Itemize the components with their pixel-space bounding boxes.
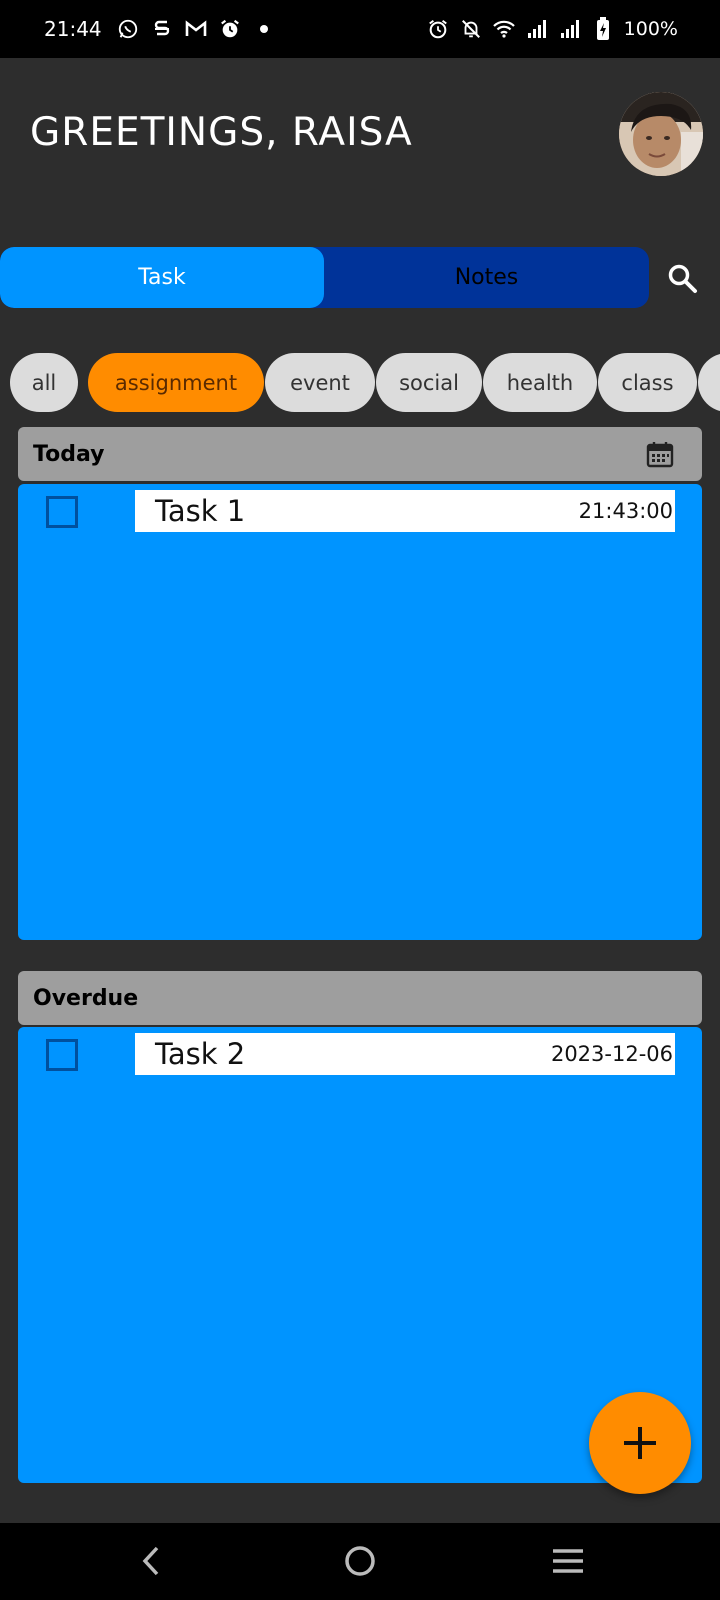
status-time: 21:44 [44, 17, 102, 41]
tab-notes[interactable]: Notes [324, 247, 649, 308]
alarm-icon [218, 17, 242, 41]
mute-icon [459, 17, 483, 41]
calendar-icon[interactable] [646, 440, 674, 474]
task-checkbox[interactable] [46, 1039, 78, 1071]
section-title: Today [33, 441, 105, 467]
notification-icons [116, 17, 276, 41]
category-filter-bar: all assignment event social health class [0, 353, 720, 413]
back-button[interactable] [130, 1539, 174, 1583]
avatar[interactable] [619, 92, 703, 176]
home-button[interactable] [338, 1539, 382, 1583]
search-button[interactable] [666, 262, 700, 296]
filter-chip-social[interactable]: social [376, 353, 482, 412]
alarm-icon [426, 17, 450, 41]
filter-chip-class[interactable]: class [598, 353, 697, 412]
back-icon [142, 1546, 159, 1576]
section-header-overdue: Overdue [18, 971, 702, 1025]
filter-chip-all[interactable]: all [10, 353, 78, 412]
tab-task[interactable]: Task [0, 247, 324, 308]
task-checkbox[interactable] [46, 496, 78, 528]
filter-chip-more[interactable] [698, 353, 720, 412]
signal-icon [558, 17, 582, 41]
battery-charging-icon [591, 17, 615, 41]
recents-button[interactable] [546, 1539, 590, 1583]
whatsapp-icon [116, 17, 140, 41]
task-name: Task 2 [155, 1037, 246, 1071]
task-card[interactable]: Task 2 2023-12-06 [135, 1033, 675, 1075]
search-icon [668, 264, 697, 293]
signal-icon [525, 17, 549, 41]
filter-chip-assignment[interactable]: assignment [88, 353, 264, 412]
section-title: Overdue [33, 985, 139, 1011]
wifi-icon [492, 17, 516, 41]
s-app-icon [150, 17, 174, 41]
section-body-today: Task 1 21:43:00 [18, 484, 702, 940]
status-bar: 21:44 100% [0, 0, 720, 58]
task-row: Task 2 2023-12-06 [46, 1033, 675, 1075]
task-name: Task 1 [155, 494, 246, 528]
filter-chip-health[interactable]: health [483, 353, 597, 412]
home-icon [345, 1546, 375, 1576]
task-time: 2023-12-06 [550, 1042, 673, 1066]
dot-icon [252, 17, 276, 41]
section-header-today: Today [18, 427, 702, 481]
gmail-icon [184, 17, 208, 41]
plus-icon [624, 1427, 656, 1459]
system-icons: 100% [426, 17, 678, 41]
task-row: Task 1 21:43:00 [46, 490, 675, 532]
system-navigation-bar [0, 1523, 720, 1600]
greeting-title: GREETINGS, RAISA [30, 110, 413, 155]
task-time: 21:43:00 [578, 499, 673, 523]
add-task-button[interactable] [589, 1392, 691, 1494]
menu-icon [553, 1549, 583, 1573]
task-card[interactable]: Task 1 21:43:00 [135, 490, 675, 532]
filter-chip-event[interactable]: event [265, 353, 375, 412]
tab-bar: Task Notes [0, 247, 649, 308]
battery-percent: 100% [623, 18, 678, 40]
